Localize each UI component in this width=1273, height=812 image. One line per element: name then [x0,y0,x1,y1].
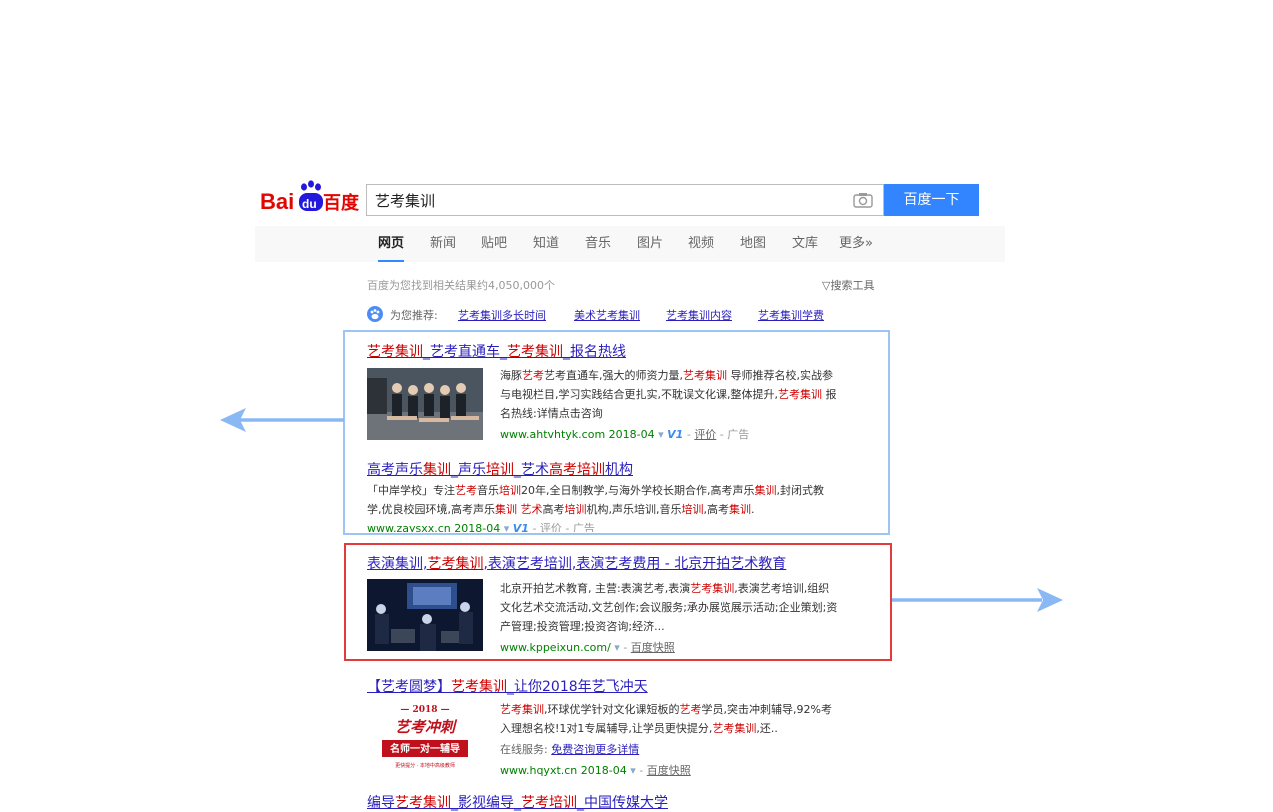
svg-text:du: du [302,197,317,211]
result-count: 百度为您找到相关结果约4,050,000个 [367,279,555,292]
dropdown-icon[interactable]: ▾ [614,641,620,654]
result-description: 海豚艺考艺考直通车,强大的师资力量,艺考集训 导师推荐名校,实战参 与电视栏目,… [500,369,837,420]
svg-text:— 2018 —: — 2018 — [400,705,449,715]
paw-recommend-icon [367,306,383,322]
dropdown-icon[interactable]: ▾ [504,522,510,532]
cache-link[interactable]: 百度快照 [647,764,691,777]
recommend-link[interactable]: 艺考集训学费 [758,307,824,323]
recommend-label: 为您推荐: [390,309,438,322]
result-url[interactable]: www.hqyxt.cn [500,764,577,777]
tab-news[interactable]: 新闻 [430,226,456,262]
result-url[interactable]: www.kppeixun.com/ [500,641,611,654]
svg-text:艺考冲刺: 艺考冲刺 [395,718,458,736]
verified-badge[interactable]: V1 [667,428,683,441]
result-description: 北京开拍艺术教育, 主营:表演艺考,表演艺考集训,表演艺考培训,组织 文化艺术交… [500,582,838,633]
dropdown-icon[interactable]: ▾ [658,428,664,441]
cache-link[interactable]: 百度快照 [631,641,675,654]
dropdown-icon[interactable]: ▾ [630,764,636,777]
result-description: 艺考集训,环球优学针对文化课短板的艺考学员,突击冲刺辅导,92%考 入理想名校!… [500,703,832,735]
svg-text:名师一对一辅导: 名师一对一辅导 [390,742,460,755]
tab-zhidao[interactable]: 知道 [533,226,559,262]
search-button[interactable]: 百度一下 [884,184,979,216]
result-thumbnail[interactable] [367,368,483,440]
result-title-link[interactable]: 艺考集训_艺考直通车_艺考集训_报名热线 [367,341,626,361]
result-meta: www.kppeixun.com/ ▾ - 百度快照 [500,641,675,654]
result-url[interactable]: www.zaysxx.cn [367,522,451,532]
camera-icon[interactable] [853,192,873,208]
tab-tieba[interactable]: 贴吧 [481,226,507,262]
right-arrow-icon [890,586,1065,614]
baidu-logo[interactable]: Bai du 百度 [260,178,360,216]
tab-video[interactable]: 视频 [688,226,714,262]
svg-text:百度: 百度 [323,192,360,214]
result-title-link[interactable]: 表演集训,艺考集训,表演艺考培训,表演艺考费用 - 北京开拍艺术教育 [367,553,786,573]
search-box[interactable] [366,184,884,216]
result-description: 「中岸学校」专注艺考音乐培训20年,全日制教学,与海外学校长期合作,高考声乐集训… [367,484,824,516]
result-url[interactable]: www.ahtvhtyk.com [500,428,605,441]
result-meta: www.zaysxx.cn 2018-04 ▾ V1 - 评价 - 广告 [367,520,595,532]
result-title-link[interactable]: 编导艺考集训_影视编导_艺考培训_中国传媒大学 [367,792,668,812]
result-meta: www.ahtvhtyk.com 2018-04 ▾ V1 - 评价 - 广告 [500,428,750,441]
verified-badge[interactable]: V1 [513,522,529,532]
tab-wenku[interactable]: 文库 [792,226,818,262]
search-input[interactable] [367,185,837,215]
result-thumbnail[interactable]: — 2018 — 艺考冲刺 名师一对一辅导 更快提分 · 本地中高级教师 [370,700,480,772]
recommend-link[interactable]: 美术艺考集训 [574,307,640,323]
svg-text:更快提分 · 本地中高级教师: 更快提分 · 本地中高级教师 [395,762,455,769]
result-title-link[interactable]: 高考声乐集训_声乐培训_艺术高考培训机构 [367,459,633,479]
recommend-link[interactable]: 艺考集训多长时间 [458,307,546,323]
result-thumbnail[interactable] [367,579,483,651]
tab-map[interactable]: 地图 [740,226,766,262]
svg-text:Bai: Bai [260,189,294,214]
review-link[interactable]: 评价 [694,428,716,441]
review-link[interactable]: 评价 [540,522,562,532]
search-tools-button[interactable]: ▽搜索工具 [822,277,874,293]
tab-music[interactable]: 音乐 [585,226,611,262]
left-arrow-icon [220,406,346,434]
service-link[interactable]: 免费咨询更多详情 [551,743,639,756]
online-service: 在线服务: 免费咨询更多详情 [500,743,640,756]
tab-bar: 网页 新闻 贴吧 知道 音乐 图片 视频 地图 文库 更多» [255,226,1005,262]
result-meta: www.hqyxt.cn 2018-04 ▾ - 百度快照 [500,764,691,777]
tab-web[interactable]: 网页 [378,226,405,262]
tab-more[interactable]: 更多» [839,226,873,262]
tab-images[interactable]: 图片 [637,226,663,262]
recommend-link[interactable]: 艺考集训内容 [666,307,732,323]
result-title-link[interactable]: 【艺考圆梦】艺考集训_让你2018年艺飞冲天 [367,676,648,696]
